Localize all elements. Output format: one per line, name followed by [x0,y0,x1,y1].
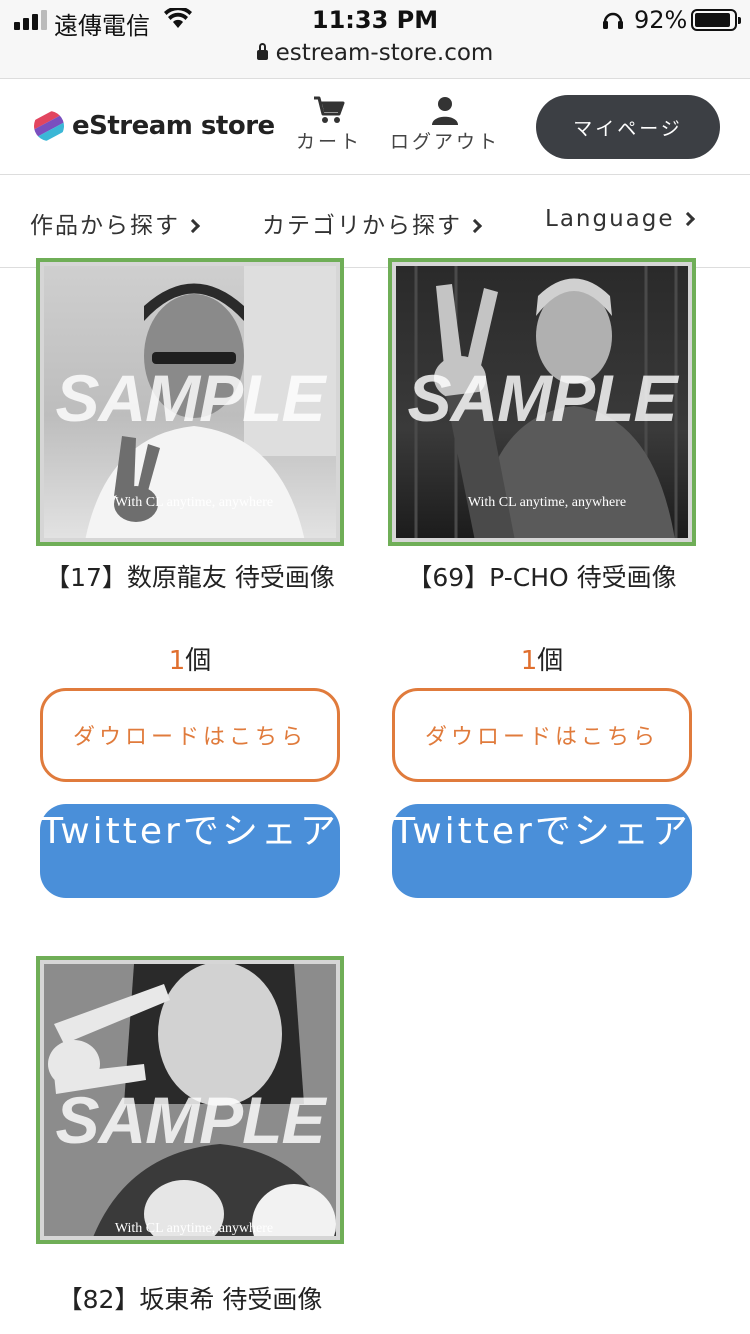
product-thumbnail[interactable]: SAMPLE With CL anytime, anywhere [388,258,696,546]
count-number: 1 [520,646,538,676]
lock-icon [256,43,268,60]
photo-caption: With CL anytime, anywhere [467,495,627,510]
status-bar: 遠傳電信 11:33 PM 92% estream-store.com [0,0,750,78]
chevron-right-icon [467,218,483,234]
download-button[interactable]: ダウロードはこちら [392,688,692,782]
product-count: 1個 [36,640,344,677]
battery-percent: 92% [634,6,688,34]
logout-label: ログアウト [390,131,501,153]
count-unit: 個 [185,646,212,676]
logo[interactable]: eStream store [34,111,275,141]
product-title: 【69】P-CHO 待受画像 [407,563,677,592]
chevron-right-icon [680,211,695,227]
photo-caption: With CL anytime, anywhere [114,1221,274,1236]
nav-item-category[interactable]: カテゴリから探す [262,206,483,240]
nav-item-label: カテゴリから探す [262,213,462,239]
battery-icon [691,9,741,31]
product-title: 【17】数原龍友 待受画像 [45,563,335,592]
logo-text: eStream store [72,111,275,141]
nav-item-label: Language [545,206,675,232]
headphones-icon [603,12,623,29]
cart-button[interactable]: カート [296,95,362,154]
nav-item-works[interactable]: 作品から探す [30,206,201,240]
product-thumbnail[interactable]: SAMPLE With CL anytime, anywhere [36,258,344,546]
product-thumbnail[interactable]: SAMPLE With CL anytime, anywhere [36,956,344,1244]
nav-item-label: 作品から探す [30,213,180,239]
chevron-right-icon [185,218,201,234]
nav-item-language[interactable]: Language [545,206,695,232]
sample-watermark: SAMPLE [55,1083,325,1157]
site-header: eStream store カート ログアウト マイページ [0,78,750,175]
product-title: 【82】坂東希 待受画像 [57,1285,323,1314]
mypage-button[interactable]: マイページ [536,95,720,159]
download-button[interactable]: ダウロードはこちら [40,688,340,782]
count-unit: 個 [537,646,564,676]
count-number: 1 [168,646,186,676]
user-icon [432,97,458,125]
twitter-share-button[interactable]: Twitterでシェア [392,804,692,898]
sample-watermark: SAMPLE [407,361,677,435]
photo-caption: With CL anytime, anywhere [114,495,274,510]
sample-watermark: SAMPLE [55,361,325,435]
cart-icon [314,96,345,123]
address-bar[interactable]: estream-store.com [0,40,750,66]
estream-logo-icon [34,111,64,141]
product-count: 1個 [388,640,696,677]
url-text: estream-store.com [275,40,494,66]
logout-button[interactable]: ログアウト [390,95,500,154]
twitter-share-button[interactable]: Twitterでシェア [40,804,340,898]
category-nav: 作品から探す カテゴリから探す Language [0,176,750,268]
cart-label: カート [296,131,363,153]
